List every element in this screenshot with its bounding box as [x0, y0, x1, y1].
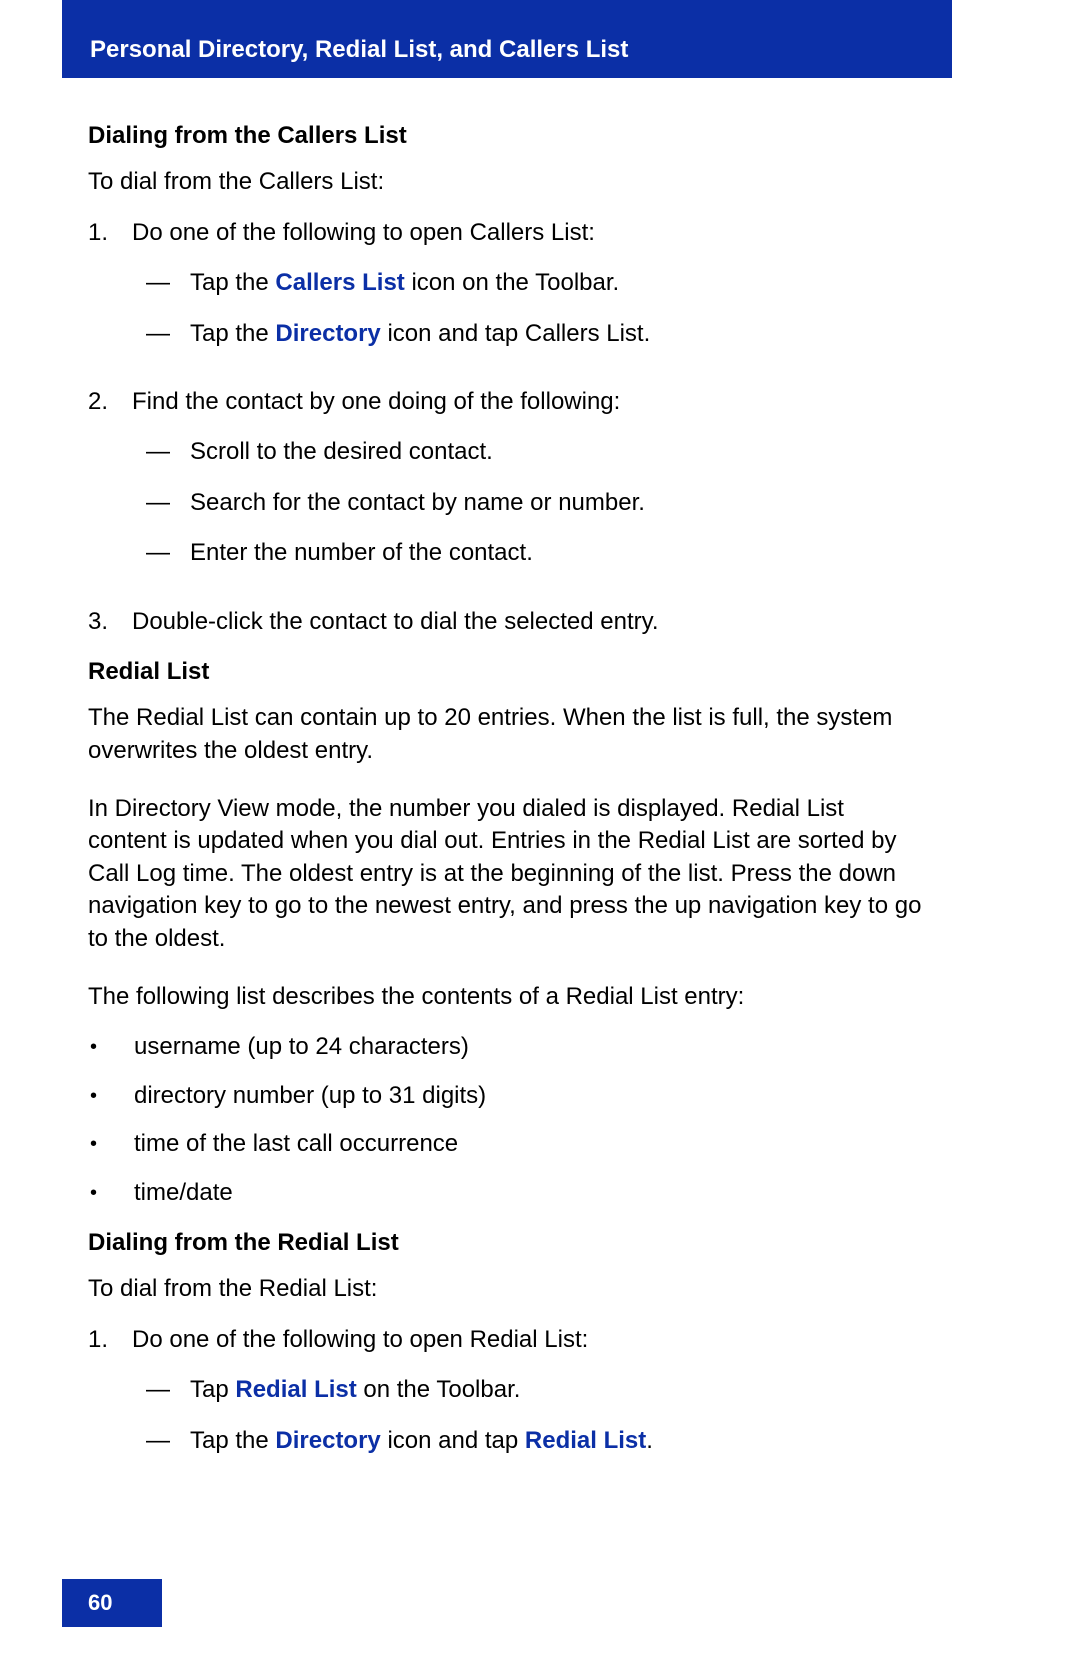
- page-header-title: Personal Directory, Redial List, and Cal…: [90, 36, 628, 64]
- dash-icon: —: [146, 1374, 190, 1406]
- text: Tap the: [190, 269, 275, 296]
- list-item: — Scroll to the desired contact.: [132, 436, 928, 468]
- dash-body: Tap the Directory icon and tap Callers L…: [190, 318, 928, 350]
- redial-para2: In Directory View mode, the number you d…: [88, 793, 928, 955]
- step-number: 2.: [88, 386, 132, 588]
- callers-list-link[interactable]: Callers List: [275, 269, 404, 296]
- directory-link[interactable]: Directory: [275, 320, 380, 347]
- text: icon and tap Callers List.: [381, 320, 650, 347]
- list-item: — Search for the contact by name or numb…: [132, 487, 928, 519]
- section3-intro: To dial from the Redial List:: [88, 1273, 928, 1305]
- step-body: Do one of the following to open Redial L…: [132, 1324, 928, 1475]
- list-item: — Enter the number of the contact.: [132, 537, 928, 569]
- dash-icon: —: [146, 537, 190, 569]
- dash-icon: —: [146, 318, 190, 350]
- page-footer: 60: [62, 1579, 162, 1627]
- step-text: Find the contact by one doing of the fol…: [132, 388, 620, 415]
- list-item: 1. Do one of the following to open Redia…: [88, 1324, 928, 1475]
- step-body: Do one of the following to open Callers …: [132, 217, 928, 368]
- text: Tap the: [190, 320, 275, 347]
- redial-para1: The Redial List can contain up to 20 ent…: [88, 702, 928, 767]
- list-item: 2. Find the contact by one doing of the …: [88, 386, 928, 588]
- text: .: [646, 1427, 653, 1454]
- text: icon on the Toolbar.: [405, 269, 619, 296]
- dash-body: Search for the contact by name or number…: [190, 487, 928, 519]
- bullet-text: directory number (up to 31 digits): [134, 1080, 928, 1112]
- step-number: 1.: [88, 1324, 132, 1475]
- dash-body: Tap the Directory icon and tap Redial Li…: [190, 1425, 928, 1457]
- step-body: Find the contact by one doing of the fol…: [132, 386, 928, 588]
- dash-list: — Tap Redial List on the Toolbar. — Tap …: [132, 1374, 928, 1457]
- bullet-text: time/date: [134, 1177, 928, 1209]
- redial-list-link[interactable]: Redial List: [235, 1376, 356, 1403]
- list-item: 1. Do one of the following to open Calle…: [88, 217, 928, 368]
- text: Tap: [190, 1376, 235, 1403]
- step-body: Double-click the contact to dial the sel…: [132, 606, 928, 638]
- list-item: — Tap the Directory icon and tap Callers…: [132, 318, 928, 350]
- dash-icon: —: [146, 1425, 190, 1457]
- section1-intro: To dial from the Callers List:: [88, 166, 928, 198]
- section-heading-callers: Dialing from the Callers List: [88, 120, 928, 152]
- text: icon and tap: [381, 1427, 525, 1454]
- dash-body: Enter the number of the contact.: [190, 537, 928, 569]
- redial-list-link[interactable]: Redial List: [525, 1427, 646, 1454]
- section1-steps: 1. Do one of the following to open Calle…: [88, 217, 928, 638]
- bullet-text: username (up to 24 characters): [134, 1031, 928, 1063]
- dash-icon: —: [146, 267, 190, 299]
- directory-link[interactable]: Directory: [275, 1427, 380, 1454]
- step-text: Double-click the contact to dial the sel…: [132, 608, 659, 635]
- bullet-text: time of the last call occurrence: [134, 1128, 928, 1160]
- bullet-icon: •: [90, 1031, 134, 1063]
- page-content: Dialing from the Callers List To dial fr…: [88, 120, 928, 1493]
- dash-icon: —: [146, 436, 190, 468]
- dash-list: — Tap the Callers List icon on the Toolb…: [132, 267, 928, 350]
- text: on the Toolbar.: [357, 1376, 521, 1403]
- page-header: Personal Directory, Redial List, and Cal…: [62, 0, 952, 78]
- bullet-icon: •: [90, 1177, 134, 1209]
- list-item: — Tap the Callers List icon on the Toolb…: [132, 267, 928, 299]
- redial-para3: The following list describes the content…: [88, 981, 928, 1013]
- section3-steps: 1. Do one of the following to open Redia…: [88, 1324, 928, 1475]
- step-text: Do one of the following to open Callers …: [132, 219, 595, 246]
- dash-list: — Scroll to the desired contact. — Searc…: [132, 436, 928, 569]
- dash-body: Scroll to the desired contact.: [190, 436, 928, 468]
- list-item: • directory number (up to 31 digits): [88, 1080, 928, 1112]
- bullet-icon: •: [90, 1128, 134, 1160]
- dash-icon: —: [146, 487, 190, 519]
- list-item: — Tap the Directory icon and tap Redial …: [132, 1425, 928, 1457]
- dash-body: Tap the Callers List icon on the Toolbar…: [190, 267, 928, 299]
- bullet-icon: •: [90, 1080, 134, 1112]
- step-text: Do one of the following to open Redial L…: [132, 1326, 588, 1353]
- list-item: • username (up to 24 characters): [88, 1031, 928, 1063]
- section-heading-redial: Redial List: [88, 656, 928, 688]
- step-number: 1.: [88, 217, 132, 368]
- list-item: 3. Double-click the contact to dial the …: [88, 606, 928, 638]
- text: Tap the: [190, 1427, 275, 1454]
- step-number: 3.: [88, 606, 132, 638]
- page-number: 60: [88, 1590, 112, 1616]
- section-heading-dial-redial: Dialing from the Redial List: [88, 1227, 928, 1259]
- dash-body: Tap Redial List on the Toolbar.: [190, 1374, 928, 1406]
- redial-bullets: • username (up to 24 characters) • direc…: [88, 1031, 928, 1209]
- list-item: — Tap Redial List on the Toolbar.: [132, 1374, 928, 1406]
- list-item: • time/date: [88, 1177, 928, 1209]
- list-item: • time of the last call occurrence: [88, 1128, 928, 1160]
